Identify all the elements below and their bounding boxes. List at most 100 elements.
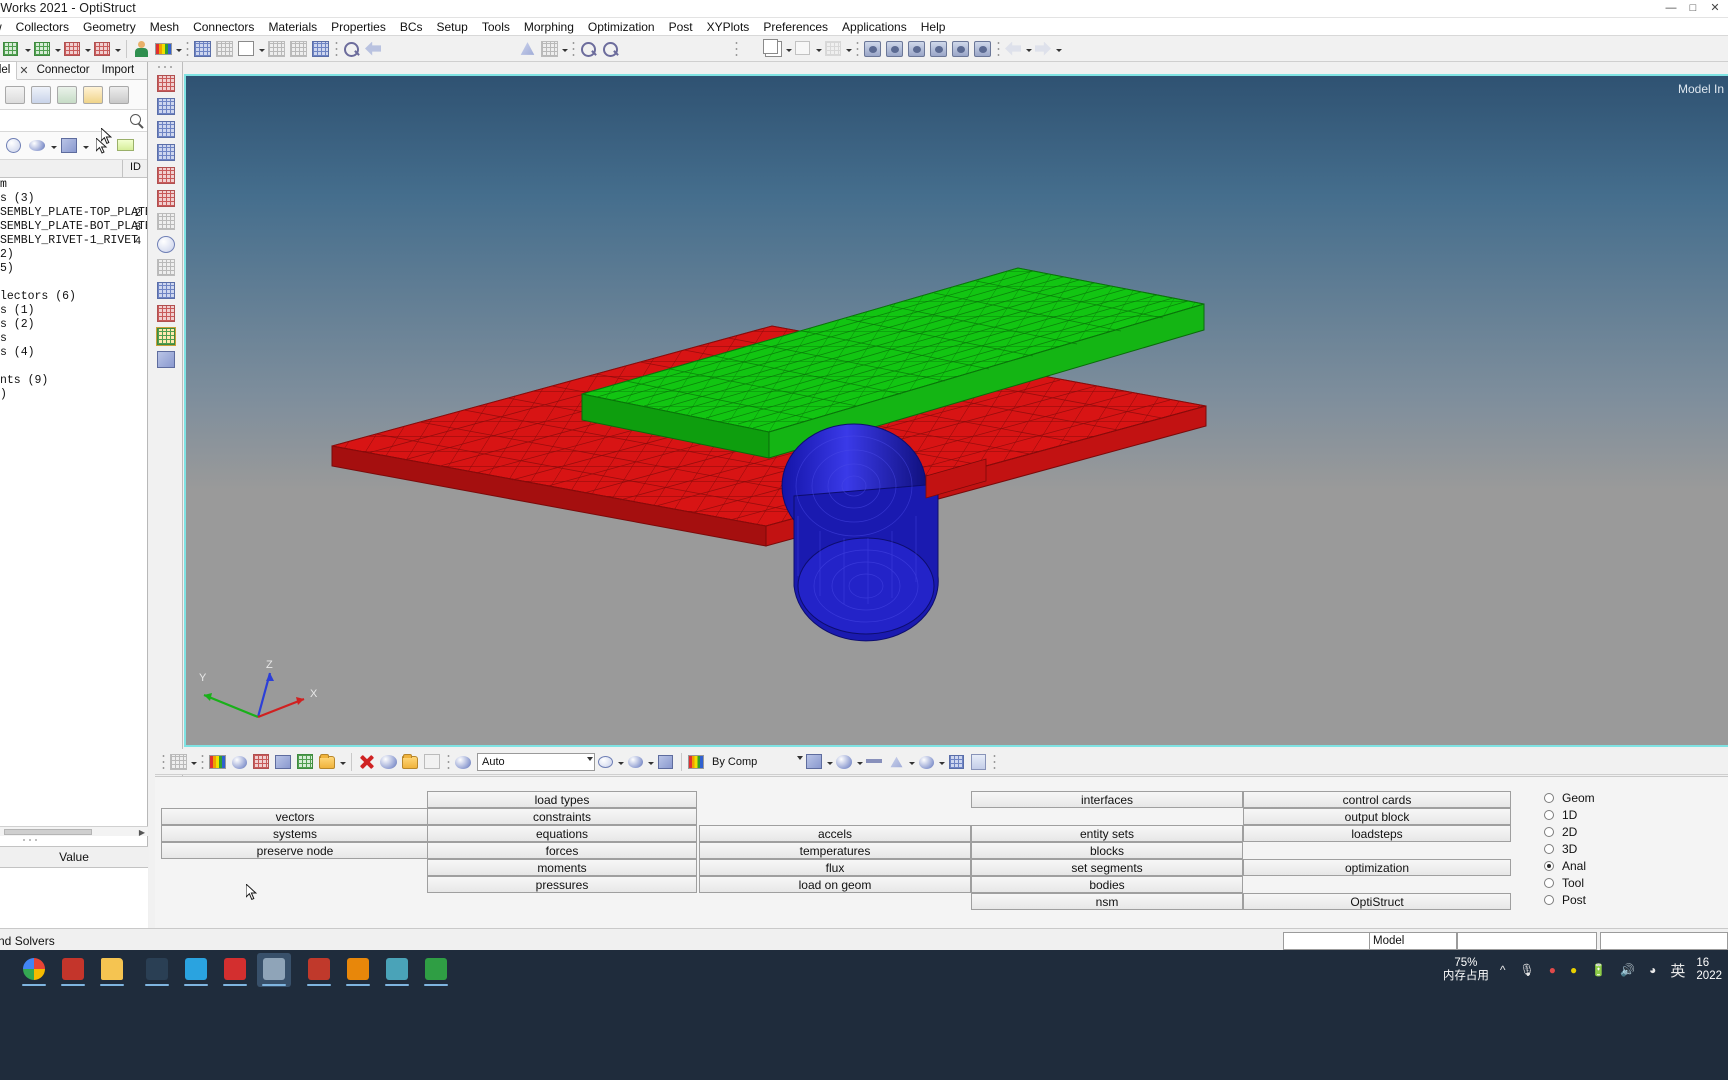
export-ppt-caret[interactable] (114, 38, 122, 60)
new-session-caret[interactable] (24, 38, 32, 60)
toolbar-drag-handle[interactable] (335, 40, 338, 57)
tree-hscroll-thumb[interactable] (4, 829, 92, 835)
view-yz-icon[interactable] (495, 38, 517, 60)
screen-display-icon[interactable] (968, 751, 990, 773)
element-normals-icon[interactable] (149, 95, 183, 118)
1d-display-icon[interactable] (864, 751, 886, 773)
shaded-dropdown-caret[interactable] (82, 135, 90, 157)
open-model-icon[interactable] (153, 38, 175, 60)
view-xy-icon[interactable] (385, 38, 407, 60)
clear-display-icon[interactable] (356, 751, 378, 773)
command-button-nsm[interactable]: nsm (971, 893, 1243, 910)
taskbar-file-explorer-icon[interactable] (95, 953, 129, 987)
radio-indicator[interactable] (1544, 877, 1554, 888)
connector-display-icon[interactable] (946, 751, 968, 773)
toolbar-drag-handle[interactable] (186, 40, 189, 57)
pan-icon[interactable] (644, 38, 666, 60)
vector-plot-icon[interactable] (149, 256, 183, 279)
shrink-display-icon[interactable] (378, 751, 400, 773)
command-button-interfaces[interactable]: interfaces (971, 791, 1243, 808)
previous-view-icon[interactable] (363, 38, 385, 60)
redo-caret[interactable] (1055, 38, 1063, 60)
element-fill-caret[interactable] (856, 751, 864, 773)
maximize-button[interactable]: □ (1682, 0, 1704, 17)
global-display-icon[interactable] (168, 751, 190, 773)
panel-radio-3d[interactable]: 3D (1530, 840, 1728, 857)
rotate-caret[interactable] (561, 38, 569, 60)
view-zx-icon[interactable] (429, 38, 451, 60)
tree-row[interactable]: s (1) (0, 304, 147, 318)
load-display-icon[interactable] (295, 751, 317, 773)
panel-radio-tool[interactable]: Tool (1530, 874, 1728, 891)
element-fill-icon[interactable] (834, 751, 856, 773)
zoom-window-icon[interactable] (622, 38, 644, 60)
model-tree[interactable]: ms (3) SEMBLY_PLATE-TOP_PLATE 2 SEMBLY_PLAT… (0, 178, 147, 650)
command-button-load-on-geom[interactable]: load on geom (699, 876, 971, 893)
panel-splitter[interactable] (0, 836, 148, 844)
tree-row[interactable]: s (0, 332, 147, 346)
free-edges-icon[interactable] (149, 164, 183, 187)
command-button-control-cards[interactable]: control cards (1243, 791, 1511, 808)
new-session-icon[interactable] (2, 38, 24, 60)
capture-region-icon[interactable] (906, 38, 928, 60)
numbering-icon[interactable] (422, 751, 444, 773)
shaded-mode-icon[interactable] (625, 751, 647, 773)
panel-radio-2d[interactable]: 2D (1530, 823, 1728, 840)
topology-display-icon[interactable] (273, 751, 295, 773)
strip-drag-handle[interactable] (201, 753, 204, 770)
menu-item-applications[interactable]: Applications (835, 18, 914, 36)
memory-usage-indicator[interactable]: 75% 内存占用 (1443, 957, 1489, 983)
copy-caret[interactable] (785, 38, 793, 60)
system-display-icon[interactable] (317, 751, 339, 773)
minimize-button[interactable]: — (1660, 0, 1682, 17)
command-button-bodies[interactable]: bodies (971, 876, 1243, 893)
user-profiles-icon[interactable] (131, 38, 153, 60)
wireframe-mode-icon[interactable] (595, 751, 617, 773)
capture-print-icon[interactable] (950, 38, 972, 60)
tree-row[interactable]: ) (0, 388, 147, 402)
wifi-icon[interactable]: ◕ (1649, 963, 1656, 977)
sync-views-icon[interactable] (310, 38, 332, 60)
qq-icon[interactable]: ● (1549, 963, 1556, 977)
tree-row[interactable]: 2) (0, 248, 147, 262)
search-input[interactable] (0, 110, 126, 130)
command-button-load-types[interactable]: load types (427, 791, 697, 808)
command-button-moments[interactable]: moments (427, 859, 697, 876)
include-view-icon[interactable] (80, 83, 106, 107)
tree-row[interactable]: s (4) (0, 346, 147, 360)
menu-item-setup[interactable]: Setup (430, 18, 475, 36)
isolate-dropdown-caret[interactable] (50, 135, 58, 157)
global-display-caret[interactable] (190, 751, 198, 773)
capture-clipboard-icon[interactable] (928, 38, 950, 60)
command-button-preserve-node[interactable]: preserve node (161, 842, 429, 859)
microphone-icon[interactable]: 🎙 (1520, 963, 1535, 977)
panel-radio-post[interactable]: Post (1530, 891, 1728, 908)
open-model-caret[interactable] (175, 38, 183, 60)
capture-graphics-icon[interactable] (884, 38, 906, 60)
command-button-output-block[interactable]: output block (1243, 808, 1511, 825)
menu-item-xyplots[interactable]: XYPlots (700, 18, 757, 36)
highlight-icon[interactable] (114, 134, 138, 158)
rotate-view-icon[interactable] (539, 38, 561, 60)
taskbar-telegram-icon[interactable] (179, 953, 213, 987)
command-button-set-segments[interactable]: set segments (971, 859, 1243, 876)
favorites-icon[interactable] (999, 751, 1021, 773)
close-icon[interactable]: ✕ (17, 64, 30, 77)
chevron-down-icon[interactable] (797, 755, 803, 760)
menu-item-properties[interactable]: Properties (324, 18, 393, 36)
toolbar-drag-handle[interactable] (572, 40, 575, 57)
display-mode-icon[interactable] (453, 751, 475, 773)
entity-state-icon[interactable] (106, 83, 132, 107)
shaded-mode-icon[interactable] (58, 134, 82, 158)
shrink-elements-icon[interactable] (149, 141, 183, 164)
layout-caret[interactable] (258, 38, 266, 60)
load-label-icon[interactable] (149, 302, 183, 325)
3d-caret[interactable] (938, 751, 946, 773)
radio-indicator[interactable] (1544, 792, 1554, 803)
tree-row[interactable]: s (2) (0, 318, 147, 332)
geometry-color-icon[interactable] (229, 751, 251, 773)
3d-display-icon[interactable] (916, 751, 938, 773)
command-button-optimization[interactable]: optimization (1243, 859, 1511, 876)
tree-row[interactable]: lectors (6) (0, 290, 147, 304)
graphics-viewport[interactable]: Model In Z Y X (184, 74, 1728, 747)
